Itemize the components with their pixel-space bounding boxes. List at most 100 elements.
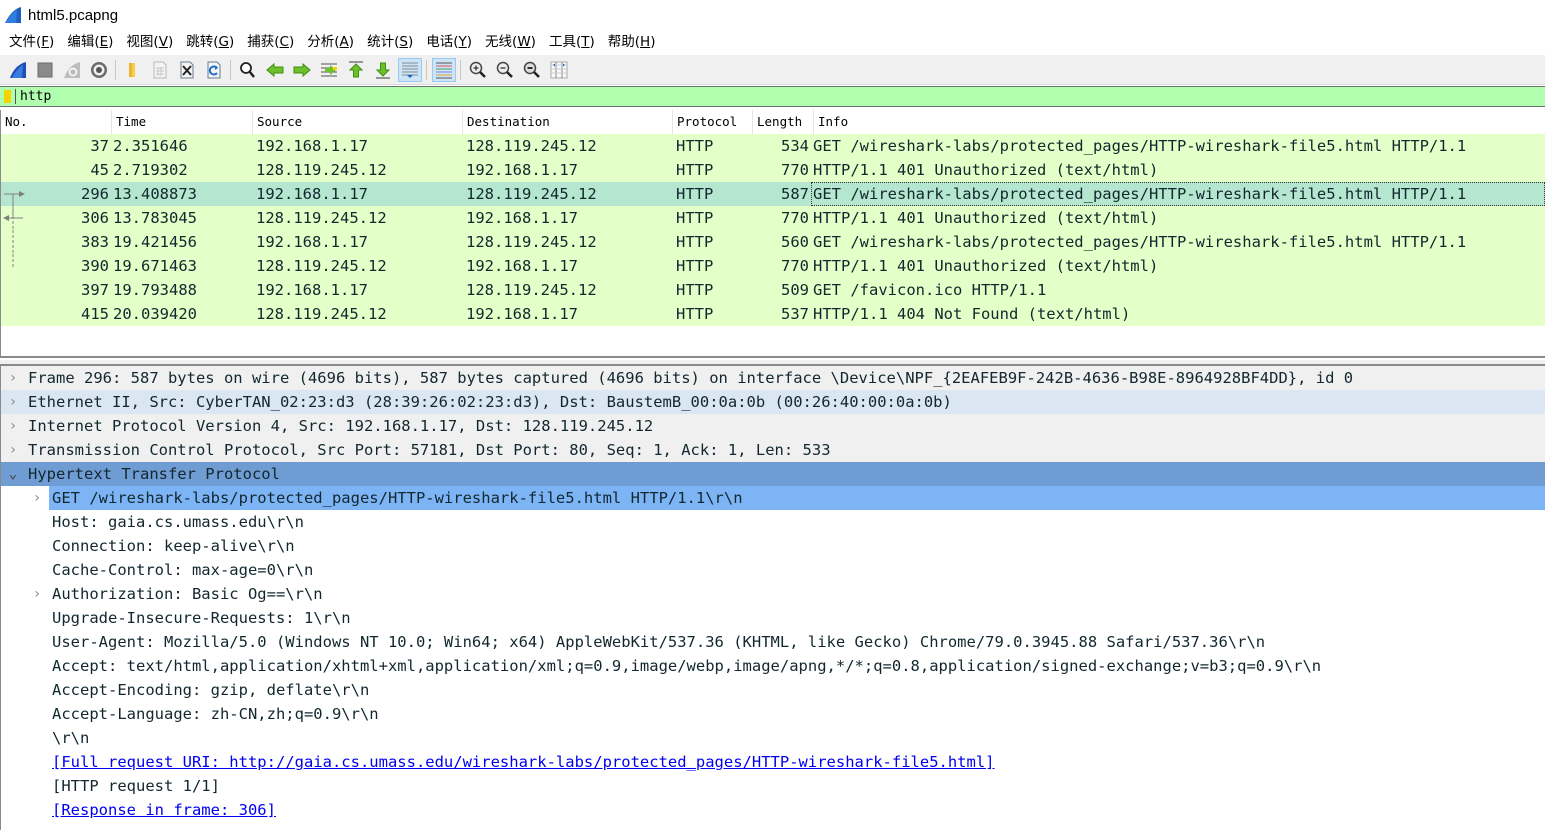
go-forward-button[interactable] — [290, 58, 314, 82]
tree-spacer — [25, 774, 49, 798]
menu-label-end: ) — [650, 34, 656, 50]
detail-link[interactable]: [Full request URI: http://gaia.cs.umass.… — [49, 750, 995, 774]
detail-tree-item[interactable]: › Transmission Control Protocol, Src Port… — [1, 438, 1545, 462]
detail-tree-item[interactable]: › Ethernet II, Src: CyberTAN_02:23:d3 (28… — [1, 390, 1545, 414]
last-packet-button[interactable] — [371, 58, 395, 82]
tree-spacer — [25, 702, 49, 726]
detail-tree-item[interactable]: Cache-Control: max-age=0\r\n — [1, 558, 1545, 582]
menu-item-g[interactable]: 跳转(G) — [181, 30, 239, 55]
packet-row[interactable]: 383 19.421456 192.168.1.17 128.119.245.12 HT… — [1, 230, 1545, 254]
expand-chevron-icon[interactable]: › — [1, 390, 25, 414]
tree-spacer — [25, 798, 49, 822]
expand-chevron-icon[interactable]: › — [25, 582, 49, 606]
packet-row[interactable]: 306 13.783045 128.119.245.12 192.168.1.17 HT… — [1, 206, 1545, 230]
menu-item-w[interactable]: 无线(W) — [480, 30, 541, 55]
start-capture-button[interactable] — [6, 58, 30, 82]
packet-info: GET /favicon.ico HTTP/1.1 — [813, 281, 1047, 299]
go-back-button[interactable] — [263, 58, 287, 82]
packet-row[interactable]: 415 20.039420 128.119.245.12 192.168.1.17 HT… — [1, 302, 1545, 326]
normal-size-button[interactable] — [520, 58, 544, 82]
zoom-out-button[interactable] — [493, 58, 517, 82]
detail-tree-item[interactable]: Accept-Language: zh-CN,zh;q=0.9\r\n — [1, 702, 1545, 726]
menu-item-f[interactable]: 文件(F) — [4, 30, 59, 55]
packet-row[interactable]: 45 2.719302 128.119.245.12 192.168.1.17 HTTP… — [1, 158, 1545, 182]
packet-info: HTTP/1.1 401 Unauthorized (text/html) — [813, 257, 1159, 275]
expand-chevron-icon[interactable]: › — [25, 486, 49, 510]
detail-tree-item[interactable]: ⌄ Hypertext Transfer Protocol — [1, 462, 1545, 486]
open-file-button[interactable] — [121, 58, 145, 82]
collapse-chevron-icon[interactable]: ⌄ — [1, 462, 25, 486]
tree-spacer — [25, 558, 49, 582]
wireshark-fin-icon — [5, 7, 21, 23]
resize-columns-button[interactable] — [547, 58, 571, 82]
auto-scroll-button[interactable] — [397, 57, 422, 82]
detail-tree-item[interactable]: Accept-Encoding: gzip, deflate\r\n — [1, 678, 1545, 702]
column-header-time[interactable]: Time — [112, 110, 253, 134]
go-to-packet-button[interactable] — [317, 58, 341, 82]
packet-row[interactable]: 296 13.408873 192.168.1.17 128.119.245.12 HT… — [1, 182, 1545, 206]
menu-item-a[interactable]: 分析(A) — [302, 30, 359, 55]
detail-text: Accept-Encoding: gzip, deflate\r\n — [52, 681, 370, 699]
zoom-in-button[interactable] — [466, 58, 490, 82]
column-header-info[interactable]: Info — [814, 110, 1545, 134]
column-header-destination[interactable]: Destination — [463, 110, 673, 134]
start-capture-icon — [9, 61, 26, 78]
column-header-source[interactable]: Source — [253, 110, 463, 134]
detail-tree-item[interactable]: Upgrade-Insecure-Requests: 1\r\n — [1, 606, 1545, 630]
restart-capture-button[interactable] — [60, 58, 84, 82]
packet-list-rows: 37 2.351646 192.168.1.17 128.119.245.12 HTTP… — [1, 134, 1545, 326]
menu-item-c[interactable]: 捕获(C) — [242, 30, 299, 55]
detail-tree-item[interactable]: › Authorization: Basic Og==\r\n — [1, 582, 1545, 606]
detail-link[interactable]: [Response in frame: 306] — [49, 798, 276, 822]
save-file-button[interactable] — [148, 58, 172, 82]
detail-tree-item[interactable]: User-Agent: Mozilla/5.0 (Windows NT 10.0… — [1, 630, 1545, 654]
first-packet-button[interactable] — [344, 58, 368, 82]
detail-tree-item[interactable]: Connection: keep-alive\r\n — [1, 534, 1545, 558]
packet-number: 45 — [90, 161, 109, 179]
column-header-length[interactable]: Length — [753, 110, 814, 134]
expand-chevron-icon[interactable]: › — [1, 366, 25, 390]
close-file-button[interactable] — [175, 58, 199, 82]
stop-capture-icon — [37, 62, 52, 77]
detail-tree-item[interactable]: Accept: text/html,application/xhtml+xml,… — [1, 654, 1545, 678]
detail-tree-item[interactable]: [HTTP request 1/1] — [1, 774, 1545, 798]
detail-tree-item[interactable]: [Response in frame: 306] — [1, 798, 1545, 822]
display-filter-input[interactable] — [20, 87, 1520, 106]
detail-tree-item[interactable]: › Frame 296: 587 bytes on wire (4696 bits… — [1, 366, 1545, 390]
detail-tree-item[interactable]: Host: gaia.cs.umass.edu\r\n — [1, 510, 1545, 534]
menu-item-t[interactable]: 工具(T) — [544, 30, 600, 55]
tree-spacer — [25, 606, 49, 630]
menu-item-h[interactable]: 帮助(H) — [603, 30, 661, 55]
close-file-icon — [180, 61, 193, 78]
menu-item-e[interactable]: 编辑(E) — [62, 30, 118, 55]
packet-time: 19.671463 — [113, 257, 197, 275]
packet-length: 770 — [781, 161, 809, 179]
stop-capture-button[interactable] — [33, 58, 57, 82]
detail-text: [HTTP request 1/1] — [52, 777, 220, 795]
packet-destination: 192.168.1.17 — [466, 161, 578, 179]
detail-tree-item[interactable]: › Internet Protocol Version 4, Src: 192.1… — [1, 414, 1545, 438]
menu-item-y[interactable]: 电话(Y) — [421, 30, 477, 55]
packet-protocol: HTTP — [676, 137, 714, 155]
packet-row[interactable]: 37 2.351646 192.168.1.17 128.119.245.12 HTTP… — [1, 134, 1545, 158]
reload-file-button[interactable] — [202, 58, 226, 82]
column-header-no[interactable]: No. — [1, 110, 112, 134]
packet-destination: 128.119.245.12 — [466, 137, 597, 155]
packet-protocol: HTTP — [676, 233, 714, 251]
expand-chevron-icon[interactable]: › — [1, 438, 25, 462]
menu-item-v[interactable]: 视图(V) — [121, 30, 178, 55]
packet-row[interactable]: 390 19.671463 128.119.245.12 192.168.1.17 HT… — [1, 254, 1545, 278]
menu-label: 分析( — [307, 34, 340, 50]
menu-item-s[interactable]: 统计(S) — [362, 30, 418, 55]
filter-bookmark-button[interactable] — [4, 89, 16, 104]
detail-tree-item[interactable]: › GET /wireshark-labs/protected_pages/HTT… — [1, 486, 1545, 510]
detail-tree-item[interactable]: [Full request URI: http://gaia.cs.umass.… — [1, 750, 1545, 774]
expand-chevron-icon[interactable]: › — [1, 414, 25, 438]
find-packet-button[interactable] — [236, 58, 260, 82]
packet-row[interactable]: 397 19.793488 192.168.1.17 128.119.245.12 HT… — [1, 278, 1545, 302]
colorize-button[interactable] — [431, 57, 456, 82]
packet-number: 415 — [81, 305, 109, 323]
capture-options-button[interactable] — [87, 58, 111, 82]
column-header-protocol[interactable]: Protocol — [673, 110, 753, 134]
detail-tree-item[interactable]: \r\n — [1, 726, 1545, 750]
